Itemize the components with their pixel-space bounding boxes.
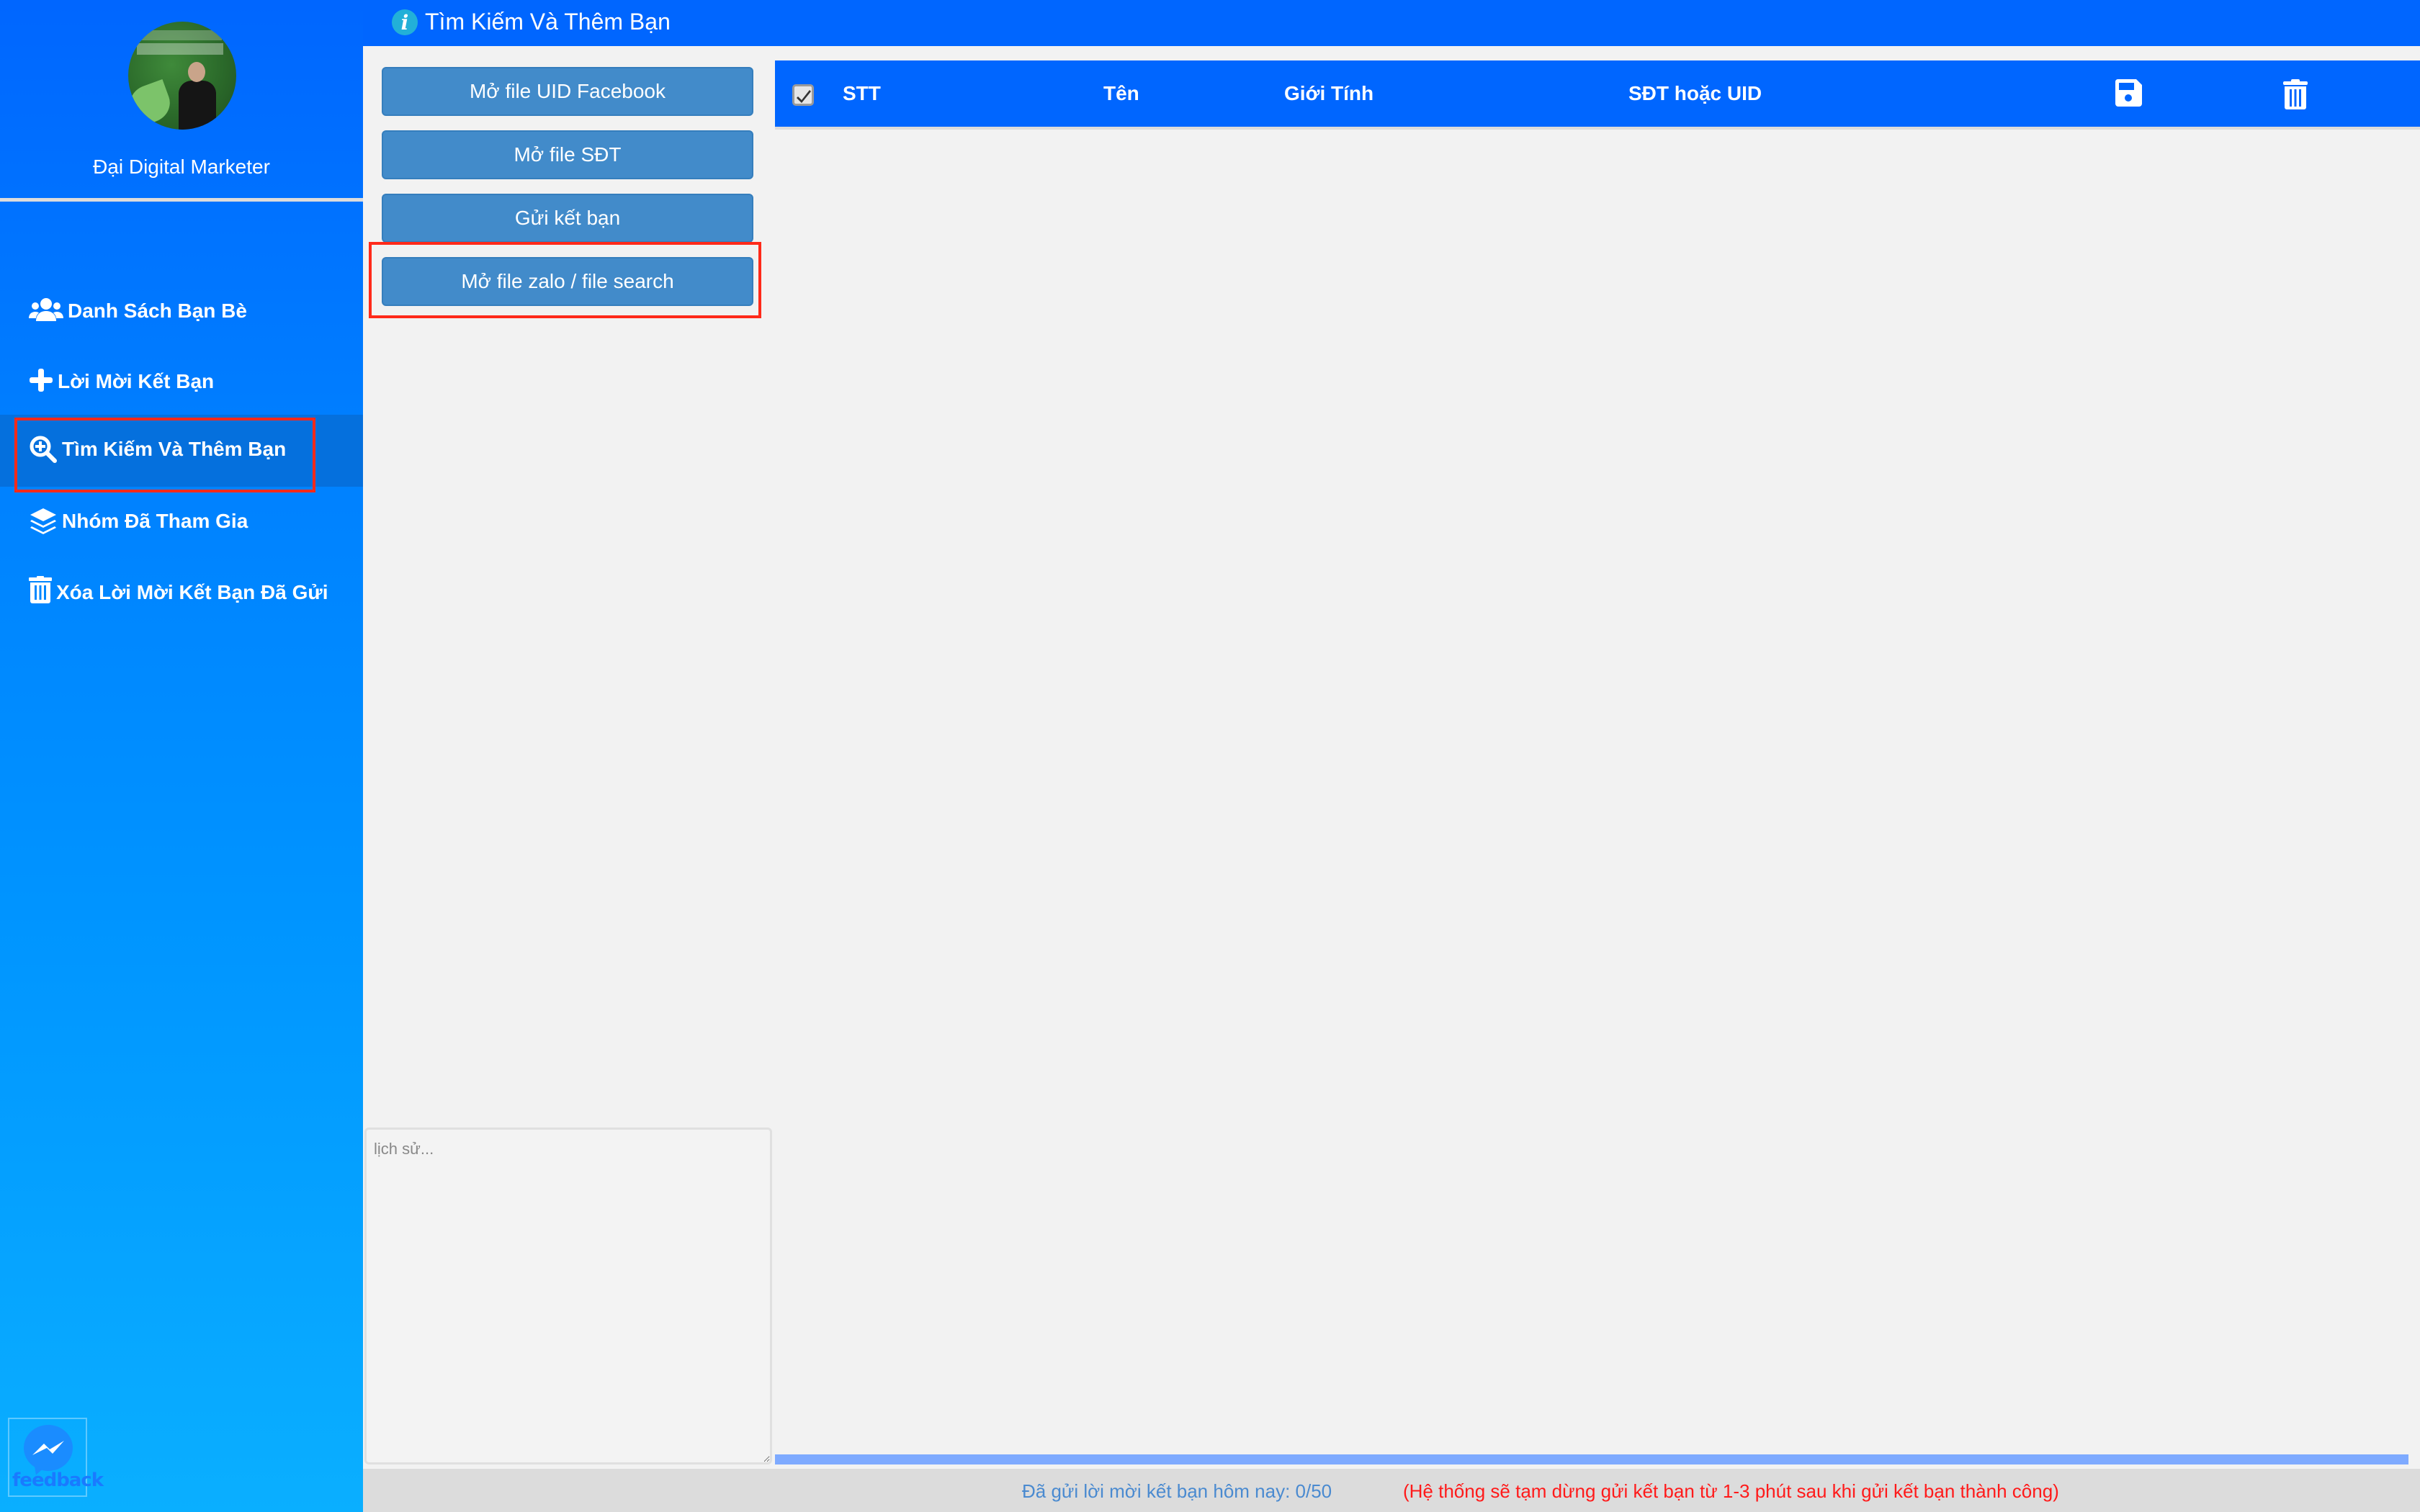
plus-icon: [29, 367, 53, 398]
send-friend-request-button[interactable]: Gửi kết bạn: [382, 194, 753, 243]
avatar-banner: [137, 43, 223, 55]
messenger-bolt-icon: [32, 1441, 64, 1455]
info-icon: i: [392, 9, 418, 35]
profile-name: Đại Digital Marketer: [93, 156, 270, 178]
trash-icon: [29, 576, 52, 611]
avatar[interactable]: [128, 22, 236, 130]
sidebar-item-label: Lời Mời Kết Bạn: [58, 370, 215, 392]
status-bar: Đã gửi lời mời kết bạn hôm nay: 0/50 (Hệ…: [363, 1469, 2420, 1512]
sidebar-item-friend-list[interactable]: Danh Sách Bạn Bè: [0, 294, 363, 330]
sidebar: Đại Digital Marketer Danh Sách Bạn Bè Lờ…: [0, 0, 363, 1512]
history-log-textarea[interactable]: [364, 1128, 772, 1464]
search-plus-icon: [29, 435, 58, 469]
avatar-person-head: [188, 62, 205, 82]
profile-divider: [0, 198, 363, 202]
progress-bar: [775, 1454, 2408, 1464]
sidebar-item-label: Tìm Kiếm Và Thêm Bạn: [62, 438, 287, 460]
column-header-name[interactable]: Tên: [1103, 82, 1139, 105]
feedback-label: feedback: [12, 1470, 104, 1491]
sidebar-item-friend-requests[interactable]: Lời Mời Kết Bạn: [0, 364, 363, 400]
sidebar-item-label: Xóa Lời Mời Kết Bạn Đã Gửi: [56, 581, 328, 603]
avatar-person: [179, 81, 216, 130]
column-header-index[interactable]: STT: [843, 82, 881, 105]
select-all-checkbox[interactable]: [792, 84, 814, 106]
column-header-phone-uid[interactable]: SĐT hoặc UID: [1628, 82, 1762, 105]
column-header-gender[interactable]: Giới Tính: [1284, 82, 1373, 105]
sent-today-counter: Đã gửi lời mời kết bạn hôm nay: 0/50: [1022, 1480, 1332, 1502]
table-header: STT Tên Giới Tính SĐT hoặc UID: [775, 60, 2420, 127]
sidebar-item-delete-sent-requests[interactable]: Xóa Lời Mời Kết Bạn Đã Gửi: [0, 573, 363, 638]
trash-icon[interactable]: [2282, 79, 2309, 114]
open-zalo-search-file-button[interactable]: Mở file zalo / file search: [382, 257, 753, 306]
checkmark-icon: [797, 90, 811, 103]
sidebar-item-search-add-friend[interactable]: Tìm Kiếm Và Thêm Bạn: [0, 415, 363, 487]
users-icon: [29, 297, 63, 328]
page-title: Tìm Kiếm Và Thêm Bạn: [425, 9, 671, 35]
save-icon[interactable]: [2115, 79, 2143, 112]
layers-icon: [29, 507, 58, 541]
sidebar-item-joined-groups[interactable]: Nhóm Đã Tham Gia: [0, 504, 363, 540]
sidebar-item-label: Nhóm Đã Tham Gia: [62, 510, 248, 532]
rate-limit-note: (Hệ thống sẽ tạm dừng gửi kết bạn từ 1-3…: [1403, 1480, 2059, 1502]
sidebar-item-label-wrap: Xóa Lời Mời Kết Bạn Đã Gửi: [29, 576, 328, 611]
avatar-leaf-decoration: [128, 78, 176, 129]
open-facebook-uid-file-button[interactable]: Mở file UID Facebook: [382, 67, 753, 116]
feedback-button[interactable]: feedback: [8, 1418, 104, 1497]
sidebar-item-label: Danh Sách Bạn Bè: [68, 300, 247, 322]
page-header: i Tìm Kiếm Và Thêm Bạn: [363, 0, 2420, 46]
open-phone-file-button[interactable]: Mở file SĐT: [382, 130, 753, 179]
avatar-banner: [141, 30, 222, 40]
